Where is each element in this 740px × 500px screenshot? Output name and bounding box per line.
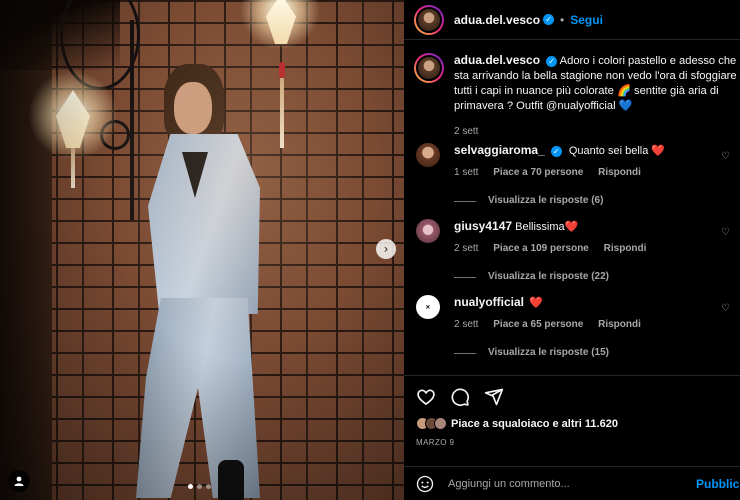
comment-time: 2 sett <box>454 243 479 254</box>
comment-text: ❤️ <box>529 297 543 309</box>
author-username[interactable]: adua.del.vesco <box>454 13 540 27</box>
reply-button[interactable]: Rispondi <box>604 243 647 254</box>
post-sidebar: adua.del.vesco ✓ • Segui adua.del.vesco … <box>404 0 740 500</box>
carousel-dots <box>188 484 211 489</box>
view-replies-button[interactable]: Visualizza le risposte (6) <box>454 194 665 208</box>
commenter-avatar[interactable] <box>416 219 440 243</box>
user-icon <box>14 476 24 486</box>
header-separator: • <box>560 12 565 27</box>
comment-item: ✕ nualyofficial ❤️ 2 sett Piace a 65 per… <box>416 295 736 360</box>
comment-text: Quanto sei bella ❤️ <box>568 145 666 157</box>
post-header: adua.del.vesco ✓ • Segui <box>404 0 740 40</box>
publish-button[interactable]: Pubblica <box>696 477 740 491</box>
comment-likes[interactable]: Piace a 109 persone <box>493 243 589 254</box>
carousel-dot <box>197 484 202 489</box>
comments-list[interactable]: adua.del.vesco ✓ Adoro i colori pastello… <box>404 41 740 374</box>
comment-time: 2 sett <box>454 319 479 330</box>
tagged-users-button[interactable] <box>8 470 30 492</box>
liker-avatar <box>434 417 447 430</box>
carousel-next-button[interactable]: › <box>376 239 396 259</box>
comment-item: giusy4147 Bellissima❤️ 2 sett Piace a 10… <box>416 219 736 284</box>
post-actions: Piace a squaloiaco e altri 11.620 MARZO … <box>404 375 740 500</box>
reply-button[interactable]: Rispondi <box>598 167 641 178</box>
follow-button[interactable]: Segui <box>570 13 603 27</box>
caption-time: 2 sett <box>454 126 479 137</box>
verified-badge-icon: ✓ <box>543 14 555 25</box>
add-comment-bar: Aggiungi un commento... Pubblica <box>404 466 740 500</box>
author-avatar[interactable] <box>414 4 444 35</box>
post-photo[interactable]: › <box>0 0 404 500</box>
commenter-avatar[interactable]: ✕ <box>416 295 440 319</box>
reply-button[interactable]: Rispondi <box>598 319 641 330</box>
share-send-icon[interactable] <box>484 387 504 407</box>
comment-username[interactable]: nualyofficial <box>454 295 524 309</box>
comment-input[interactable]: Aggiungi un commento... <box>448 478 570 490</box>
like-comment-icon[interactable]: ♡ <box>721 151 730 162</box>
like-heart-icon[interactable] <box>416 387 436 407</box>
post-caption: adua.del.vesco ✓ Adoro i colori pastello… <box>414 53 740 139</box>
like-comment-icon[interactable]: ♡ <box>721 303 730 314</box>
carousel-dot <box>206 484 211 489</box>
post-date: MARZO 9 <box>416 438 455 447</box>
commenter-avatar[interactable] <box>416 143 440 167</box>
comment-text: Bellissima❤️ <box>515 221 579 233</box>
comment-time: 1 sett <box>454 167 479 178</box>
comment-username[interactable]: selvaggiaroma_ <box>454 143 545 157</box>
comment-username[interactable]: giusy4147 <box>454 219 512 233</box>
likes-summary[interactable]: Piace a squaloiaco e altri 11.620 <box>416 417 618 430</box>
comment-bubble-icon[interactable] <box>450 387 470 407</box>
comment-likes[interactable]: Piace a 65 persone <box>493 319 583 330</box>
view-replies-label: Visualizza le risposte (22) <box>488 271 609 282</box>
verified-badge-icon: ✓ <box>546 55 558 67</box>
carousel-dot <box>188 484 193 489</box>
like-comment-icon[interactable]: ♡ <box>721 227 730 238</box>
view-replies-button[interactable]: Visualizza le risposte (22) <box>454 270 646 284</box>
emoji-icon[interactable] <box>416 475 434 493</box>
likes-text: Piace a squaloiaco e altri 11.620 <box>451 417 618 430</box>
caption-avatar[interactable] <box>414 53 444 83</box>
photo-vignette <box>0 0 404 500</box>
view-replies-label: Visualizza le risposte (6) <box>488 195 604 206</box>
caption-username[interactable]: adua.del.vesco <box>454 53 540 67</box>
nualy-logo-icon: ✕ <box>425 304 431 311</box>
comment-likes[interactable]: Piace a 70 persone <box>493 167 583 178</box>
verified-badge-icon: ✓ <box>550 145 562 157</box>
comment-item: selvaggiaroma_ ✓ Quanto sei bella ❤️ 1 s… <box>416 143 736 208</box>
view-replies-label: Visualizza le risposte (15) <box>488 347 609 358</box>
view-replies-button[interactable]: Visualizza le risposte (15) <box>454 346 641 360</box>
